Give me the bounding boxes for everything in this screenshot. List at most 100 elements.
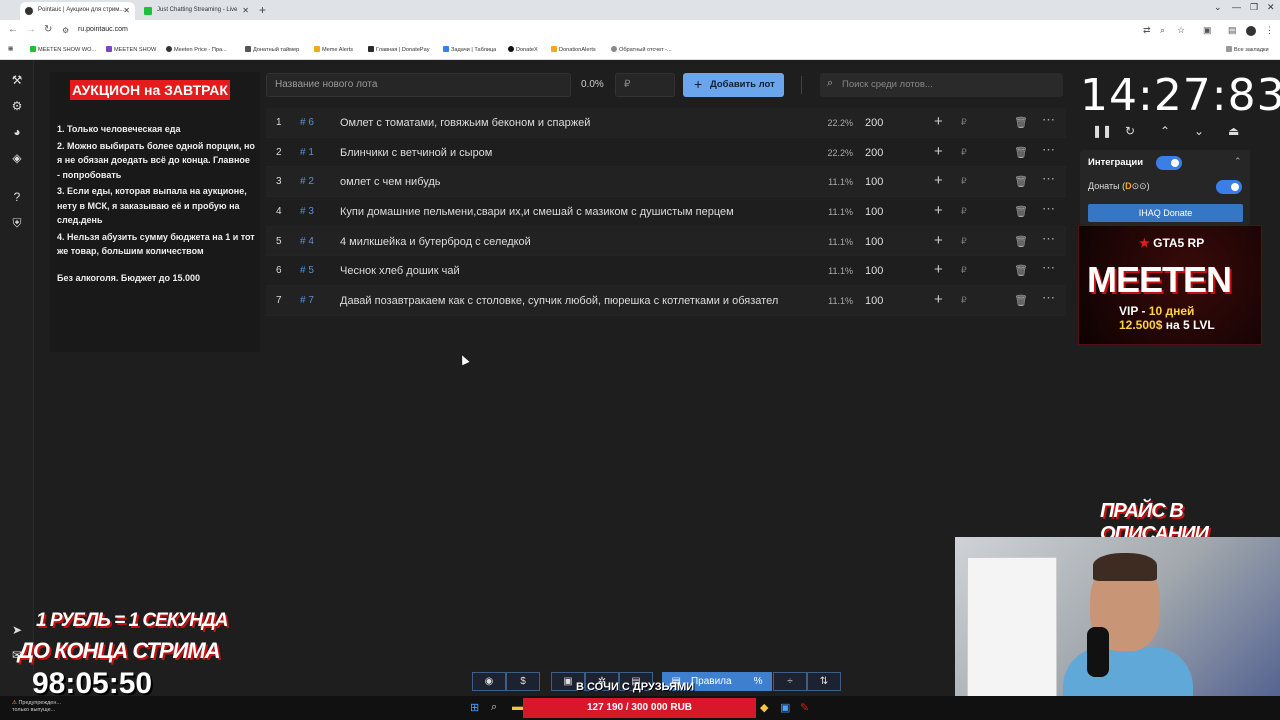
windows-start-icon[interactable]: ⊞ — [470, 701, 479, 714]
add-amount-icon[interactable]: + — [934, 261, 943, 278]
chevron-down-icon[interactable]: ⌄ — [1194, 124, 1204, 138]
donate-service-button[interactable]: IHAQ Donate — [1088, 204, 1243, 222]
lot-amount[interactable]: 100 — [865, 265, 883, 277]
lot-name[interactable]: Давай позавтракаем как с столовке, супчи… — [340, 295, 812, 307]
lot-amount[interactable]: 100 — [865, 176, 883, 188]
ruble-icon[interactable]: ₽ — [961, 265, 967, 276]
url-field[interactable]: ru.pointauc.com — [78, 26, 128, 33]
app-icon[interactable]: ▣ — [780, 701, 790, 714]
app-icon[interactable]: ✎ — [800, 701, 809, 714]
add-amount-icon[interactable]: + — [934, 143, 943, 160]
wheel-icon[interactable]: ◕ — [10, 125, 24, 139]
new-lot-amount-input[interactable]: ₽ — [615, 73, 675, 97]
lot-name[interactable]: Блинчики с ветчиной и сыром — [340, 147, 812, 159]
delete-icon[interactable]: 🗑 — [1014, 264, 1028, 277]
folder-icon[interactable]: ▬ — [512, 701, 523, 713]
sort-icon[interactable]: ⇅ — [807, 672, 841, 691]
tab-twitch[interactable]: Just Chatting Streaming - Live ✕ — [139, 2, 254, 20]
maximize-icon[interactable]: ❐ — [1250, 2, 1258, 13]
add-amount-icon[interactable]: + — [934, 291, 943, 308]
reload-icon[interactable]: ↻ — [44, 24, 52, 35]
delete-icon[interactable]: 🗑 — [1014, 146, 1028, 159]
new-tab-icon[interactable]: + — [259, 3, 266, 17]
bookmark-item[interactable]: DonationAlerts — [551, 46, 596, 53]
bookmark-item[interactable]: DonateX — [508, 46, 538, 53]
github-icon[interactable]: ◉ — [472, 672, 506, 691]
bookmark-item[interactable]: Meme Alerts — [314, 46, 353, 53]
delete-icon[interactable]: 🗑 — [1014, 235, 1028, 248]
zoom-icon[interactable]: ⌕ — [1160, 25, 1165, 36]
shield-icon[interactable]: ⛨ — [10, 216, 24, 230]
ruble-icon[interactable]: ₽ — [961, 295, 967, 306]
more-icon[interactable]: ⋯ — [1042, 201, 1055, 217]
close-tab-icon[interactable]: ✕ — [123, 6, 130, 15]
back-icon[interactable]: ← — [8, 24, 18, 35]
more-icon[interactable]: ⋯ — [1042, 231, 1055, 247]
more-icon[interactable]: ⋯ — [1042, 171, 1055, 187]
dollar-icon[interactable]: $ — [506, 672, 540, 691]
settings-gear-icon[interactable]: ⚙ — [10, 99, 24, 113]
reset-icon[interactable]: ↻ — [1125, 124, 1135, 138]
more-icon[interactable]: ⋯ — [1042, 290, 1055, 306]
add-amount-icon[interactable]: + — [934, 172, 943, 189]
add-lot-button[interactable]: + Добавить лот — [683, 73, 784, 97]
lot-id[interactable]: # 4 — [300, 236, 314, 247]
more-icon[interactable]: ⋯ — [1042, 142, 1055, 158]
profile-avatar[interactable] — [1246, 26, 1256, 36]
add-amount-icon[interactable]: + — [934, 202, 943, 219]
lot-amount[interactable]: 100 — [865, 206, 883, 218]
delete-icon[interactable]: 🗑 — [1014, 116, 1028, 129]
extensions-icon[interactable]: ▣ — [1203, 25, 1212, 36]
chevron-up-icon[interactable]: ⌃ — [1234, 156, 1242, 167]
new-lot-input[interactable]: Название нового лота — [266, 73, 571, 97]
integrations-toggle[interactable] — [1156, 156, 1182, 170]
lot-name[interactable]: омлет с чем нибудь — [340, 176, 812, 188]
bookmark-item[interactable]: Задачи | Таблица — [443, 46, 496, 53]
lot-amount[interactable]: 100 — [865, 236, 883, 248]
lot-name[interactable]: Купи домашние пельмени,свари их,и смешай… — [340, 206, 812, 218]
table-row[interactable]: 2 # 1 Блинчики с ветчиной и сыром 22.2% … — [266, 138, 1066, 168]
table-row[interactable]: 6 # 5 Чеснок хлеб дошик чай 11.1% 100 + … — [266, 256, 1066, 287]
more-icon[interactable]: ⋯ — [1042, 260, 1055, 276]
close-window-icon[interactable]: ✕ — [1267, 2, 1275, 13]
bookmark-item[interactable]: MEETEN SHOW — [106, 46, 156, 53]
lot-id[interactable]: # 7 — [300, 295, 314, 306]
add-amount-icon[interactable]: + — [934, 113, 943, 130]
auction-hammer-icon[interactable]: ⚒ — [10, 73, 24, 87]
delete-icon[interactable]: 🗑 — [1014, 294, 1028, 307]
apps-grid-icon[interactable]: ▦ — [8, 46, 13, 52]
more-icon[interactable]: ⋯ — [1042, 112, 1055, 128]
translate-icon[interactable]: ⇄ — [1143, 25, 1151, 36]
ruble-icon[interactable]: ₽ — [961, 176, 967, 187]
donations-toggle[interactable] — [1216, 180, 1242, 194]
lot-id[interactable]: # 6 — [300, 117, 314, 128]
delete-icon[interactable]: 🗑 — [1014, 175, 1028, 188]
layers-icon[interactable]: ◈ — [10, 151, 24, 165]
lot-search-input[interactable]: ⌕ Поиск среди лотов... — [820, 73, 1063, 97]
ruble-icon[interactable]: ₽ — [961, 117, 967, 128]
lot-id[interactable]: # 1 — [300, 147, 314, 158]
bookmark-item[interactable]: Донатный таймер — [245, 46, 299, 53]
taskbar-search-icon[interactable]: ⌕ — [491, 701, 497, 714]
chevron-up-icon[interactable]: ⌃ — [1160, 124, 1170, 138]
lot-id[interactable]: # 2 — [300, 176, 314, 187]
ruble-icon[interactable]: ₽ — [961, 147, 967, 158]
split-icon[interactable]: ÷ — [773, 672, 807, 691]
bookmark-star-icon[interactable]: ☆ — [1177, 25, 1185, 36]
tab-pointauc[interactable]: Pointauc | Аукцион для стрим... ✕ — [20, 2, 135, 20]
lot-id[interactable]: # 3 — [300, 206, 314, 217]
table-row[interactable]: 1 # 6 Омлет с томатами, говяжьим беконом… — [266, 108, 1066, 138]
all-bookmarks[interactable]: Все закладки — [1226, 46, 1269, 53]
lot-name[interactable]: Чеснок хлеб дошик чай — [340, 265, 812, 277]
lot-id[interactable]: # 5 — [300, 265, 314, 276]
close-tab-icon[interactable]: ✕ — [242, 6, 249, 15]
collapse-icon[interactable]: ⏏ — [1228, 124, 1239, 138]
site-info-icon[interactable]: ⚙ — [62, 26, 69, 35]
lot-name[interactable]: Омлет с томатами, говяжьим беконом и спа… — [340, 117, 812, 129]
expand-icon[interactable]: ⌄ — [1214, 2, 1222, 13]
lot-name[interactable]: 4 милкшейка и бутерброд с селедкой — [340, 236, 812, 248]
ruble-icon[interactable]: ₽ — [961, 206, 967, 217]
minimize-icon[interactable]: — — [1232, 2, 1241, 12]
table-row[interactable]: 4 # 3 Купи домашние пельмени,свари их,и … — [266, 197, 1066, 227]
menu-kebab-icon[interactable]: ⋮ — [1265, 25, 1274, 36]
